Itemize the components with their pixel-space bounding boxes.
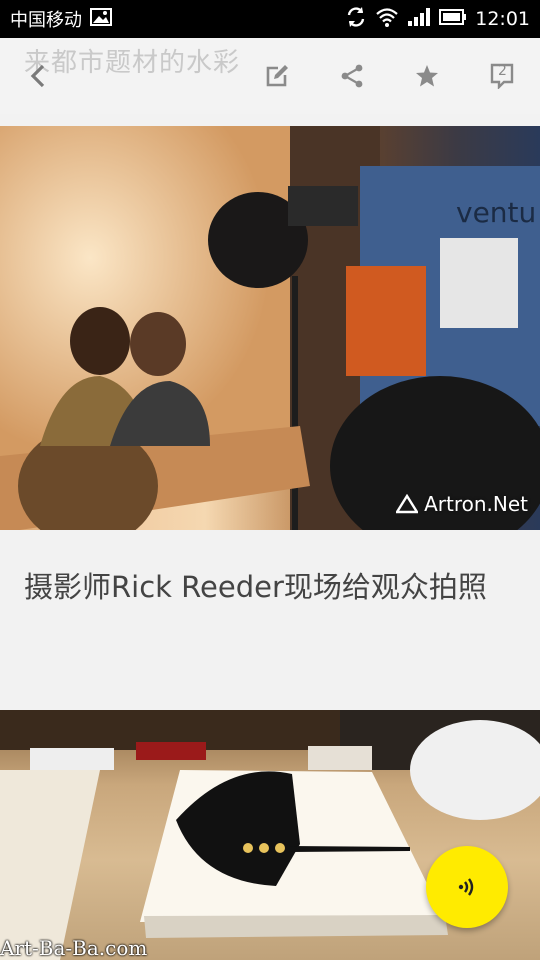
battery-icon <box>439 8 467 31</box>
studio-scene-illustration: ventu <box>0 126 540 530</box>
back-icon <box>30 64 45 88</box>
carrier-label: 中国移动 <box>10 10 82 31</box>
backdrop-sign-text: ventu <box>456 196 536 229</box>
share-button[interactable] <box>334 58 370 94</box>
status-bar: 中国移动 12:01 <box>0 0 540 38</box>
toolbar: 来都市题材的水彩 2 <box>0 38 540 114</box>
photo-caption: 摄影师Rick Reeder现场给观众拍照 <box>24 570 487 604</box>
favorite-button[interactable] <box>409 58 445 94</box>
edit-icon <box>266 65 288 87</box>
star-icon <box>416 65 438 87</box>
read-aloud-button[interactable] <box>426 846 508 928</box>
gallery-notification-icon <box>90 7 112 31</box>
clock: 12:01 <box>475 8 530 30</box>
back-button[interactable] <box>20 58 56 94</box>
artron-watermark: Artron.Net <box>396 492 528 516</box>
artron-logo-icon <box>396 494 419 514</box>
article-photo-studio[interactable]: ventu Artron.Net <box>0 126 540 530</box>
toolbar-divider <box>0 114 540 126</box>
audio-wave-icon <box>458 878 474 896</box>
wifi-icon <box>375 7 399 32</box>
comment-button[interactable]: 2 <box>484 58 520 94</box>
share-icon <box>341 64 363 88</box>
site-watermark: Art-Ba-Ba.com <box>0 936 148 960</box>
sync-icon <box>345 6 367 33</box>
edit-button[interactable] <box>259 58 295 94</box>
comment-count: 2 <box>498 63 507 79</box>
signal-icon <box>407 7 431 32</box>
faded-title: 来都市题材的水彩 <box>24 48 241 78</box>
